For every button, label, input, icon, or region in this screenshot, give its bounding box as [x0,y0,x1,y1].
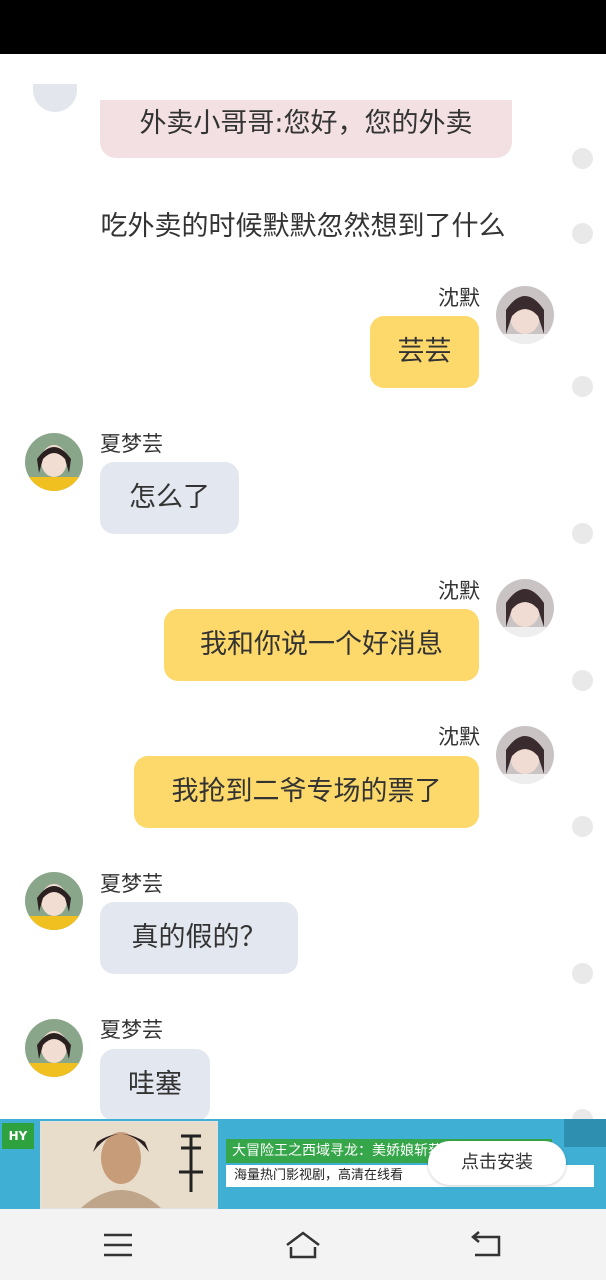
scroll-dot [572,523,593,544]
avatar[interactable] [496,286,554,344]
sender-name: 夏梦芸 [100,432,163,456]
avatar [33,84,77,112]
ad-banner[interactable]: HY 大冒险王之西域寻龙：美娇娘斩获 海量热门影视剧，高清在线看 点击安装 [0,1119,606,1209]
ad-image[interactable] [40,1121,218,1209]
menu-icon[interactable] [98,1227,138,1263]
message-bubble-mine[interactable]: 我抢到二爷专场的票了 [134,756,479,828]
scroll-dot [572,148,593,169]
avatar[interactable] [25,1019,83,1077]
scroll-dot [572,223,593,244]
scroll-dot [572,670,593,691]
message-bubble-mine[interactable]: 我和你说一个好消息 [164,609,479,681]
avatar[interactable] [496,726,554,784]
avatar[interactable] [496,579,554,637]
sender-name: 沈默 [438,579,480,603]
sender-name: 沈默 [438,286,480,310]
ad-corner [564,1119,606,1147]
ad-logo: HY [2,1123,34,1149]
install-button[interactable]: 点击安装 [428,1141,566,1185]
status-bar [0,0,606,54]
chat-area[interactable]: 外卖小哥哥:您好，您的外卖 吃外卖的时候默默忽然想到了什么 沈默 芸芸 夏梦芸 … [0,54,606,1120]
message-bubble-theirs[interactable]: 怎么了 [100,462,239,534]
narration-text: 吃外卖的时候默默忽然想到了什么 [100,211,506,242]
message-bubble-theirs[interactable]: 真的假的？ [100,902,298,974]
message-bubble-mine[interactable]: 芸芸 [370,316,479,388]
sender-name: 夏梦芸 [100,1018,163,1042]
scroll-dot [572,816,593,837]
scroll-dot [572,963,593,984]
sender-name: 夏梦芸 [100,872,163,896]
scroll-dot [572,376,593,397]
sender-name: 沈默 [438,725,480,749]
avatar[interactable] [25,433,83,491]
system-nav-bar [0,1209,606,1280]
avatar[interactable] [25,872,83,930]
back-icon[interactable] [467,1227,507,1263]
message-bubble-theirs[interactable]: 哇塞 [100,1049,210,1120]
partial-message-bubble: 外卖小哥哥:您好，您的外卖 [100,100,512,158]
home-icon[interactable] [283,1227,323,1263]
